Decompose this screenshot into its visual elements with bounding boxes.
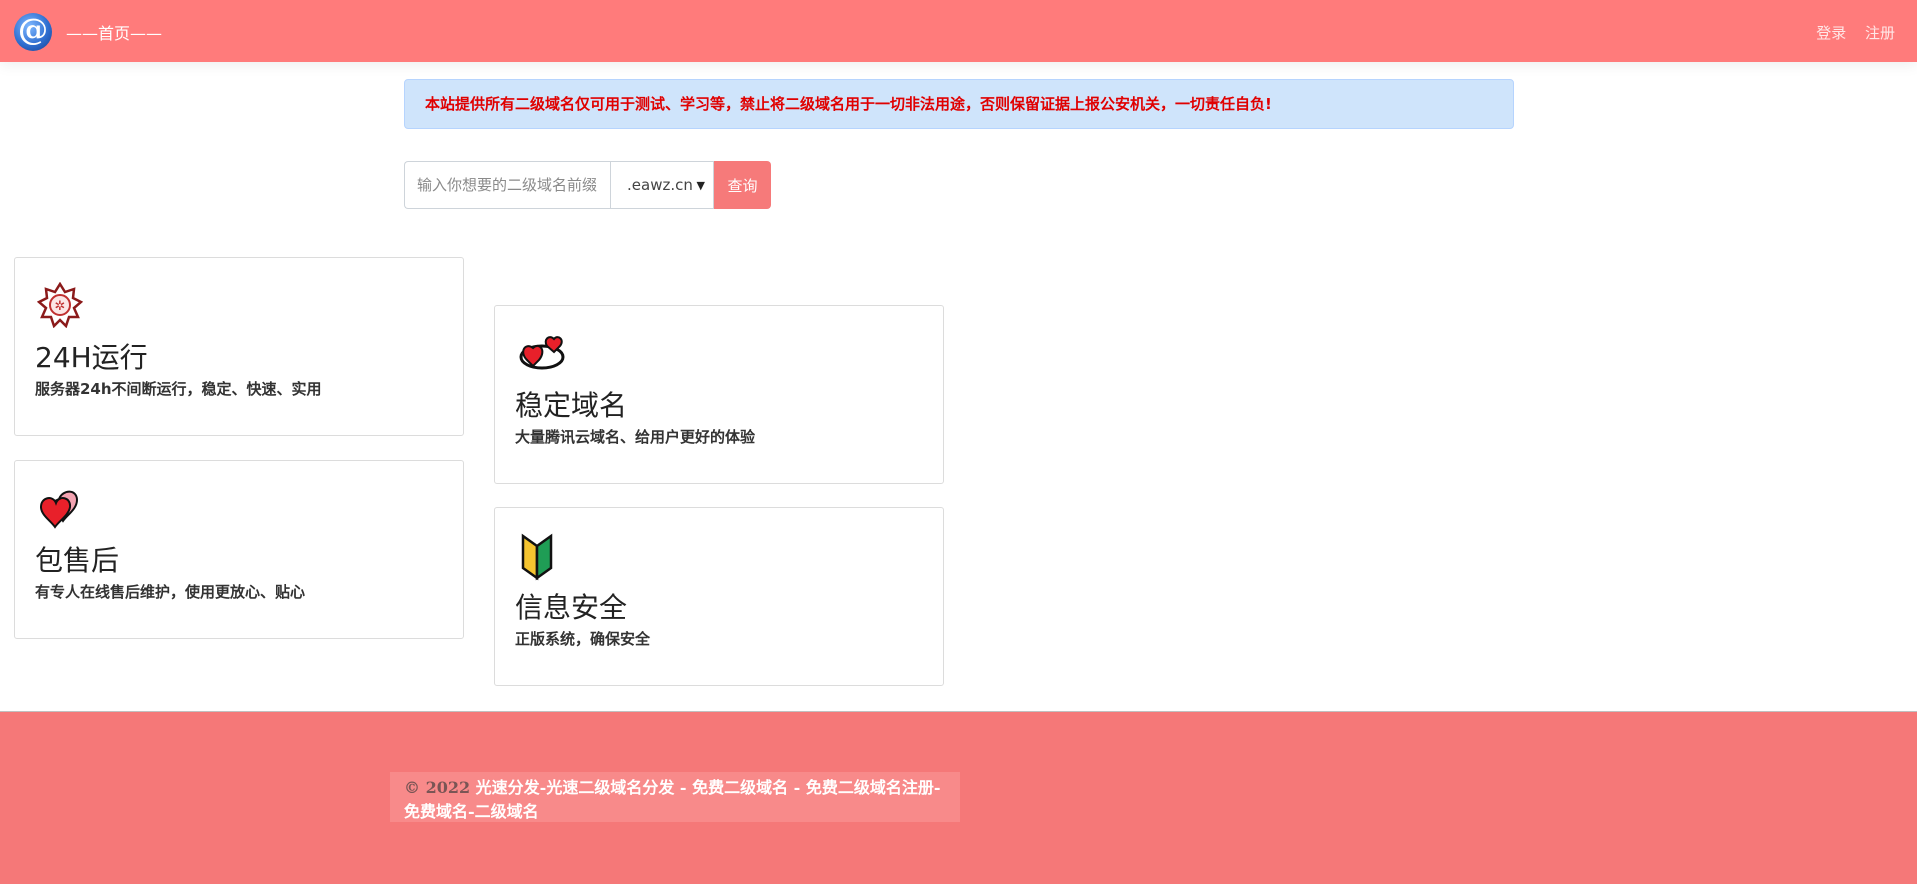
query-button[interactable]: 查询 bbox=[714, 161, 771, 209]
subdomain-prefix-input[interactable] bbox=[404, 161, 610, 209]
legal-notice-alert: 本站提供所有二级域名仅可用于测试、学习等，禁止将二级域名用于一切非法用途，否则保… bbox=[404, 79, 1514, 129]
feature-title: 24H运行 bbox=[35, 341, 148, 374]
domain-suffix-select[interactable]: .eawz.cn ▼ bbox=[610, 161, 714, 209]
feature-card: 包售后 有专人在线售后维护，使用更放心、贴心 bbox=[14, 460, 464, 639]
top-navbar: @ ——首页—— 登录 注册 bbox=[0, 0, 1917, 62]
feature-card: ✲ 24H运行 服务器24h不间断运行，稳定、快速、实用 bbox=[14, 257, 464, 436]
domain-search-form: .eawz.cn ▼ 查询 bbox=[404, 161, 771, 209]
logo-icon[interactable]: @ bbox=[14, 13, 52, 51]
svg-text:✲: ✲ bbox=[55, 299, 66, 314]
flower-badge-icon: ✲ bbox=[36, 281, 84, 329]
auth-links: 登录 注册 bbox=[1802, 22, 1895, 43]
footer-copyright: © 2022 光速分发-光速二级域名分发 - 免费二级域名 - 免费二级域名注册… bbox=[390, 772, 960, 822]
beginner-symbol-icon bbox=[517, 532, 563, 581]
feature-description: 大量腾讯云域名、给用户更好的体验 bbox=[515, 428, 756, 446]
footer: © 2022 光速分发-光速二级域名分发 - 免费二级域名 - 免费二级域名注册… bbox=[0, 711, 1917, 884]
feature-title: 信息安全 bbox=[515, 591, 628, 624]
copyright-year: © 2022 bbox=[404, 778, 471, 797]
domain-suffix-value: .eawz.cn bbox=[627, 176, 693, 194]
home-link[interactable]: ——首页—— bbox=[66, 20, 162, 44]
feature-description: 服务器24h不间断运行，稳定、快速、实用 bbox=[35, 380, 322, 398]
feature-title: 包售后 bbox=[35, 544, 120, 577]
feature-card: 稳定域名 大量腾讯云域名、给用户更好的体验 bbox=[494, 305, 944, 484]
chevron-down-icon: ▼ bbox=[696, 178, 705, 192]
login-link[interactable]: 登录 bbox=[1816, 24, 1846, 42]
register-link[interactable]: 注册 bbox=[1865, 24, 1895, 42]
feature-card: 信息安全 正版系统，确保安全 bbox=[494, 507, 944, 686]
feature-description: 正版系统，确保安全 bbox=[515, 630, 651, 648]
feature-title: 稳定域名 bbox=[515, 389, 628, 422]
feature-description: 有专人在线售后维护，使用更放心、贴心 bbox=[35, 583, 306, 601]
two-hearts-icon bbox=[37, 485, 83, 531]
revolving-hearts-icon bbox=[517, 330, 565, 376]
footer-links-text[interactable]: 光速分发-光速二级域名分发 - 免费二级域名 - 免费二级域名注册-免费域名-二… bbox=[404, 778, 941, 821]
